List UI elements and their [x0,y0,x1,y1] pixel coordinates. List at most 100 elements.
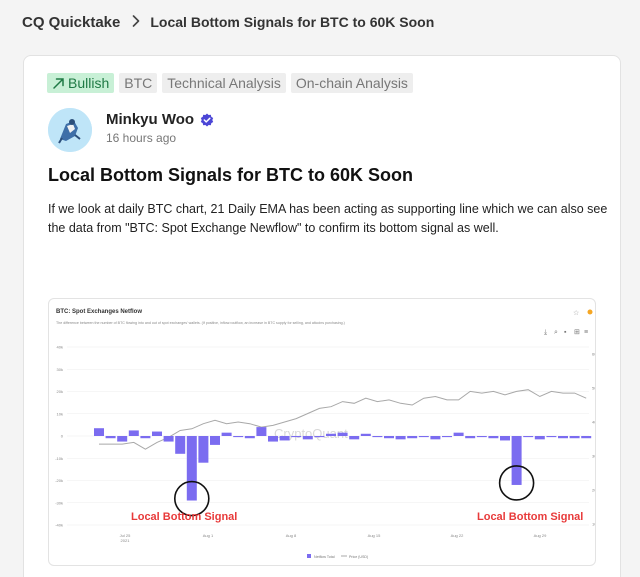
netflow-bar [314,436,325,438]
netflow-bar [256,427,267,436]
alert-dot-icon[interactable] [587,309,593,315]
netflow-bar [476,436,487,438]
sentiment-badge[interactable]: Bullish [47,73,115,93]
chart-toolbar: ⤓ ⌕ ▪ ⊞ ≡ [544,329,588,336]
avatar[interactable] [48,108,92,152]
y-left-tick-label: 30k [57,367,63,372]
chart-legend: Netflow Total Price (USD) [307,554,368,559]
y-left-tick-label: 20k [57,389,63,394]
post-time: 16 hours ago [106,131,177,145]
chart-image: BTC: Spot Exchanges Netflow The differen… [48,298,596,566]
post-card: Bullish BTC Technical Analysis On-chain … [23,55,621,577]
netflow-bar [534,436,545,440]
netflow-bar [581,436,592,439]
netflow-bar [488,436,499,439]
netflow-bar [128,430,139,436]
y-right-tick-label: 40k [592,420,596,425]
netflow-bar [558,436,568,439]
y-right-tick-label: 50k [592,386,596,391]
netflow-bar [152,431,162,436]
netflow-bar [291,436,302,438]
expand-icon[interactable]: ⊞ [574,329,580,336]
post-body: If we look at daily BTC chart, 21 Daily … [48,202,608,235]
tag-technical-analysis[interactable]: Technical Analysis [162,73,286,93]
netflow-bar [186,436,197,501]
netflow-bar [117,436,128,442]
netflow-bar [407,436,418,439]
netflow-bar [384,436,394,439]
netflow-bar [500,436,510,441]
y-right-tick-label: 30k [592,454,596,459]
netflow-bar [279,436,290,441]
y-left-tick-label: 10k [57,411,63,416]
breadcrumb: CQ Quicktake Local Bottom Signals for BT… [22,11,434,33]
y-right-tick-label: 10k [592,522,596,527]
x-tick-label: Aug 29 [534,533,547,538]
x-tick-label: Aug 1 [203,533,214,538]
netflow-chart: BTC: Spot Exchanges Netflow The differen… [55,309,596,559]
post-title: Local Bottom Signals for BTC to 60K Soon [48,165,414,185]
author-name[interactable]: Minkyu Woo [106,111,194,128]
netflow-bar [94,428,104,436]
netflow-bar [349,436,360,440]
camera-icon[interactable]: ▪ [564,329,567,336]
chart-title: BTC: Spot Exchanges Netflow [56,309,142,315]
tag-list: Bullish BTC Technical Analysis On-chain … [47,73,413,93]
netflow-bar [465,436,476,439]
netflow-bar [569,436,580,439]
breadcrumb-root-link[interactable]: CQ Quicktake [22,14,120,31]
verified-badge-icon [200,113,214,126]
netflow-bar [372,436,383,438]
netflow-bar [511,436,522,485]
y-left-tick-label: 0 [61,434,64,439]
sentiment-label: Bullish [68,75,110,91]
x-tick-label: Aug 22 [451,533,464,538]
netflow-bar [360,433,371,436]
netflow-bar [418,436,429,438]
netflow-bar [453,432,464,436]
y-left-tick-label: -40k [55,523,63,528]
y-left-tick-label: -10k [55,456,63,461]
netflow-bar [337,432,348,436]
netflow-bar [233,436,244,438]
breadcrumb-current: Local Bottom Signals for BTC to 60K Soon [150,14,435,30]
tag-on-chain-analysis[interactable]: On-chain Analysis [290,73,413,93]
chart-subtitle: The difference between the number of BTC… [56,321,345,325]
zoom-icon[interactable]: ⌕ [554,329,558,336]
legend-netflow: Netflow Total [314,555,335,559]
author-block: Minkyu Woo 16 hours ago [48,108,214,152]
netflow-bar [105,436,116,439]
netflow-bar [163,436,174,442]
x-tick-label: Jul 25 2021 [120,533,131,543]
x-tick-label: Aug 8 [286,533,297,538]
netflow-bar [210,436,220,445]
netflow-bar [244,436,255,439]
local-bottom-signal-label: Local Bottom Signal [131,511,237,523]
netflow-bar [221,432,232,436]
tag-btc[interactable]: BTC [119,73,158,93]
x-tick-label: Aug 15 [368,533,381,538]
netflow-bar [546,436,557,438]
legend-price: Price (USD) [349,555,368,559]
chevron-right-icon [132,14,140,30]
netflow-bar [302,436,313,440]
menu-icon[interactable]: ≡ [584,329,588,336]
y-left-tick-label: -30k [55,500,63,505]
y-left-tick-label: 40k [57,345,63,350]
netflow-bar [395,436,406,440]
netflow-bar [326,433,336,436]
netflow-bar [523,436,534,438]
download-icon[interactable]: ⤓ [544,329,547,336]
local-bottom-signal-label: Local Bottom Signal [477,511,583,523]
netflow-bar [198,436,209,463]
y-left-tick-label: -20k [55,478,63,483]
netflow-bar [268,436,278,442]
netflow-bar [442,436,452,438]
y-right-tick-label: 20k [592,488,596,493]
star-icon[interactable]: ☆ [573,309,579,317]
trending-up-icon [53,77,64,89]
netflow-bar [140,436,151,439]
netflow-bar [175,436,186,454]
netflow-bar [430,436,441,440]
y-right-tick-label: 60k [592,352,596,357]
